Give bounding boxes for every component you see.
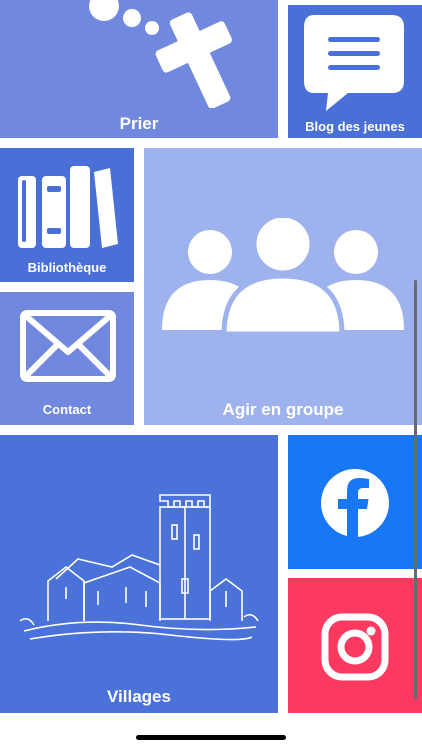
instagram-icon	[321, 613, 389, 681]
chat-bubble-icon	[304, 15, 404, 111]
envelope-icon	[20, 310, 116, 382]
tile-label-prier: Prier	[119, 114, 159, 133]
facebook-icon	[321, 469, 389, 537]
tile-label-bibliotheque: Bibliothèque	[27, 260, 107, 275]
tile-instagram[interactable]	[288, 578, 422, 713]
tile-label-villages: Villages	[107, 687, 171, 706]
group-icon	[162, 218, 404, 336]
tile-label-agir: Agir en groupe	[222, 400, 344, 419]
tile-blog-des-jeunes[interactable]: Blog des jeunes	[288, 5, 422, 138]
tile-facebook[interactable]	[288, 435, 422, 569]
cross-icon	[89, 0, 232, 108]
tile-bibliotheque[interactable]: Bibliothèque	[0, 148, 134, 282]
church-icon	[20, 494, 259, 641]
tile-villages[interactable]: Villages	[0, 435, 278, 713]
tile-prier[interactable]: Prier	[0, 0, 278, 138]
scrollbar[interactable]	[414, 280, 417, 700]
books-icon	[18, 166, 118, 248]
tile-agir-en-groupe[interactable]: Agir en groupe	[144, 148, 422, 425]
tile-contact[interactable]: Contact	[0, 292, 134, 425]
tile-label-contact: Contact	[42, 402, 92, 417]
home-indicator[interactable]	[136, 735, 286, 740]
tile-label-blog: Blog des jeunes	[305, 119, 405, 134]
